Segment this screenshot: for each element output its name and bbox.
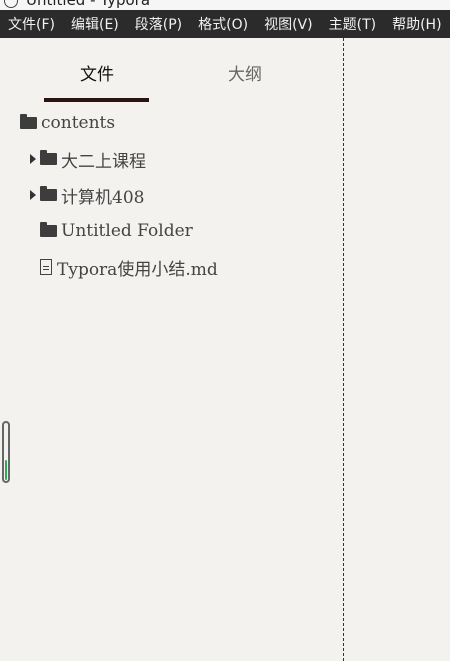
scroll-handle[interactable] [2, 421, 10, 483]
tree-item-folder-3[interactable]: Untitled Folder [40, 219, 193, 243]
menu-paragraph[interactable]: 段落(P) [127, 14, 190, 34]
folder-icon [40, 222, 57, 237]
editor-area[interactable] [344, 38, 450, 661]
file-icon [40, 259, 52, 275]
tree-item-label: Typora使用小结.md [57, 259, 218, 280]
folder-icon [40, 150, 57, 165]
menu-edit[interactable]: 编辑(E) [63, 14, 127, 34]
tree-item-folder-1[interactable]: 大二上课程 [30, 147, 146, 172]
tree-item-file[interactable]: Typora使用小结.md [38, 255, 218, 280]
tab-files[interactable]: 文件 [80, 60, 114, 85]
typora-app-icon [4, 0, 18, 8]
expand-caret-icon[interactable] [30, 154, 36, 164]
expand-caret-icon[interactable] [30, 190, 36, 200]
menu-file[interactable]: 文件(F) [0, 14, 63, 34]
tree-root-contents[interactable]: contents [20, 111, 115, 135]
scroll-level-fill [5, 460, 7, 480]
tree-item-label: Untitled Folder [61, 221, 193, 241]
menu-format[interactable]: 格式(O) [190, 14, 256, 34]
tab-outline[interactable]: 大纲 [228, 60, 262, 85]
window-title: Untitled - Typora [26, 0, 151, 9]
folder-icon [40, 186, 57, 201]
menu-theme[interactable]: 主题(T) [321, 14, 384, 34]
menu-help[interactable]: 帮助(H) [384, 14, 449, 34]
tree-root-label: contents [41, 113, 116, 133]
tree-item-label: 大二上课程 [61, 151, 146, 172]
menu-bar: 文件(F) 编辑(E) 段落(P) 格式(O) 视图(V) 主题(T) 帮助(H… [0, 10, 450, 38]
menu-view[interactable]: 视图(V) [256, 14, 321, 34]
folder-icon [20, 114, 37, 129]
tree-item-label: 计算机408 [61, 187, 145, 208]
active-tab-indicator [44, 98, 149, 102]
title-bar: Untitled - Typora [0, 0, 450, 10]
tree-item-folder-2[interactable]: 计算机408 [30, 183, 145, 208]
sidebar: 文件 大纲 contents 大二上课程 计算机408 Untitled Fol… [0, 38, 342, 661]
